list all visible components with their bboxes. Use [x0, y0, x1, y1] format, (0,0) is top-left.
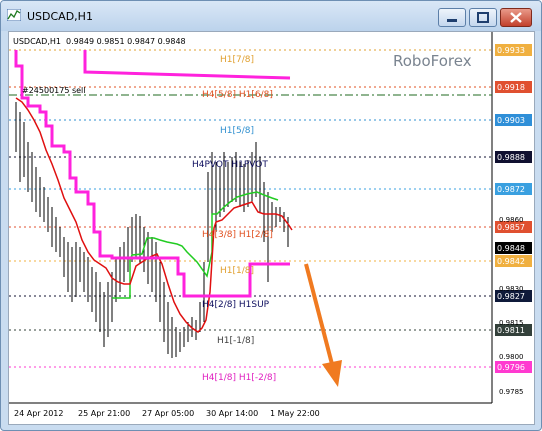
chart-canvas[interactable]: H1[7/8] H4[5/8] H1[6/8] H1[5/8] H4PVOT H… — [9, 32, 534, 424]
level-label: H1[1/8] — [220, 266, 254, 276]
chart-window: USDCAD,H1 H1[7/8] H4[5/8] H1[6/8] H1[5/8… — [0, 0, 542, 431]
close-button[interactable] — [500, 8, 532, 27]
magenta-top-segment — [83, 50, 291, 80]
price-axis-label: 0.9815 — [499, 319, 524, 327]
green-indicator-line — [112, 191, 279, 299]
level-label: H1[7/8] — [220, 55, 254, 65]
level-labels: H1[7/8] H4[5/8] H1[6/8] H1[5/8] H4PVOT H… — [192, 55, 276, 383]
price-tag: 0.9933 — [497, 46, 525, 55]
level-label: H4[5/8] H1[6/8] — [202, 90, 273, 100]
brand-watermark: RoboForex — [393, 52, 472, 70]
price-axis-label: 0.9800 — [499, 353, 524, 361]
price-tag: 0.9857 — [497, 223, 525, 232]
time-axis-label: 30 Apr 14:00 — [206, 409, 258, 418]
price-tag: 0.9903 — [497, 116, 525, 125]
price-tag: 0.9872 — [497, 185, 525, 194]
time-axis-labels: 24 Apr 2012 25 Apr 21:00 27 Apr 05:00 30… — [14, 409, 320, 418]
maximize-button[interactable] — [469, 8, 497, 27]
minimize-button[interactable] — [438, 8, 466, 27]
price-axis-label: 0.9785 — [499, 388, 524, 396]
level-label: H4[2/8] H1SUP — [202, 300, 270, 310]
price-tag: 0.9811 — [497, 326, 525, 335]
order-label: #24500175 sell — [22, 86, 86, 95]
price-chart[interactable]: H1[7/8] H4[5/8] H1[6/8] H1[5/8] H4PVOT H… — [8, 31, 535, 425]
title-bar[interactable]: USDCAD,H1 — [1, 1, 541, 31]
price-axis-label: 0.9830 — [499, 285, 524, 293]
maximize-icon — [477, 12, 489, 23]
price-tag: 0.9827 — [497, 292, 525, 301]
time-axis-label: 1 May 22:00 — [270, 409, 320, 418]
price-tag: 0.9842 — [497, 257, 525, 266]
level-label: H4[1/8] H1[-2/8] — [202, 373, 276, 383]
minimize-icon — [447, 19, 457, 22]
time-axis-label: 25 Apr 21:00 — [78, 409, 130, 418]
level-label: H1[-1/8] — [217, 336, 254, 346]
price-tag: 0.9796 — [497, 363, 525, 372]
chart-app-icon — [7, 9, 21, 21]
window-title: USDCAD,H1 — [27, 10, 93, 23]
price-axis-label: 0.9860 — [499, 216, 524, 224]
down-arrow-icon — [304, 263, 342, 387]
price-tag: 0.9918 — [497, 83, 525, 92]
level-label: H4PVOT H1PVOT — [192, 160, 268, 170]
close-icon — [510, 12, 522, 23]
level-label: H1[5/8] — [220, 126, 254, 136]
time-axis-label: 27 Apr 05:00 — [142, 409, 194, 418]
level-label: H4[3/8] H1[2/8] — [202, 230, 273, 240]
symbol-info: USDCAD,H1 0.9849 0.9851 0.9847 0.9848 — [13, 37, 186, 46]
price-tag: 0.9848 — [497, 244, 525, 253]
price-tag: 0.9888 — [497, 153, 525, 162]
time-axis-label: 24 Apr 2012 — [14, 409, 63, 418]
